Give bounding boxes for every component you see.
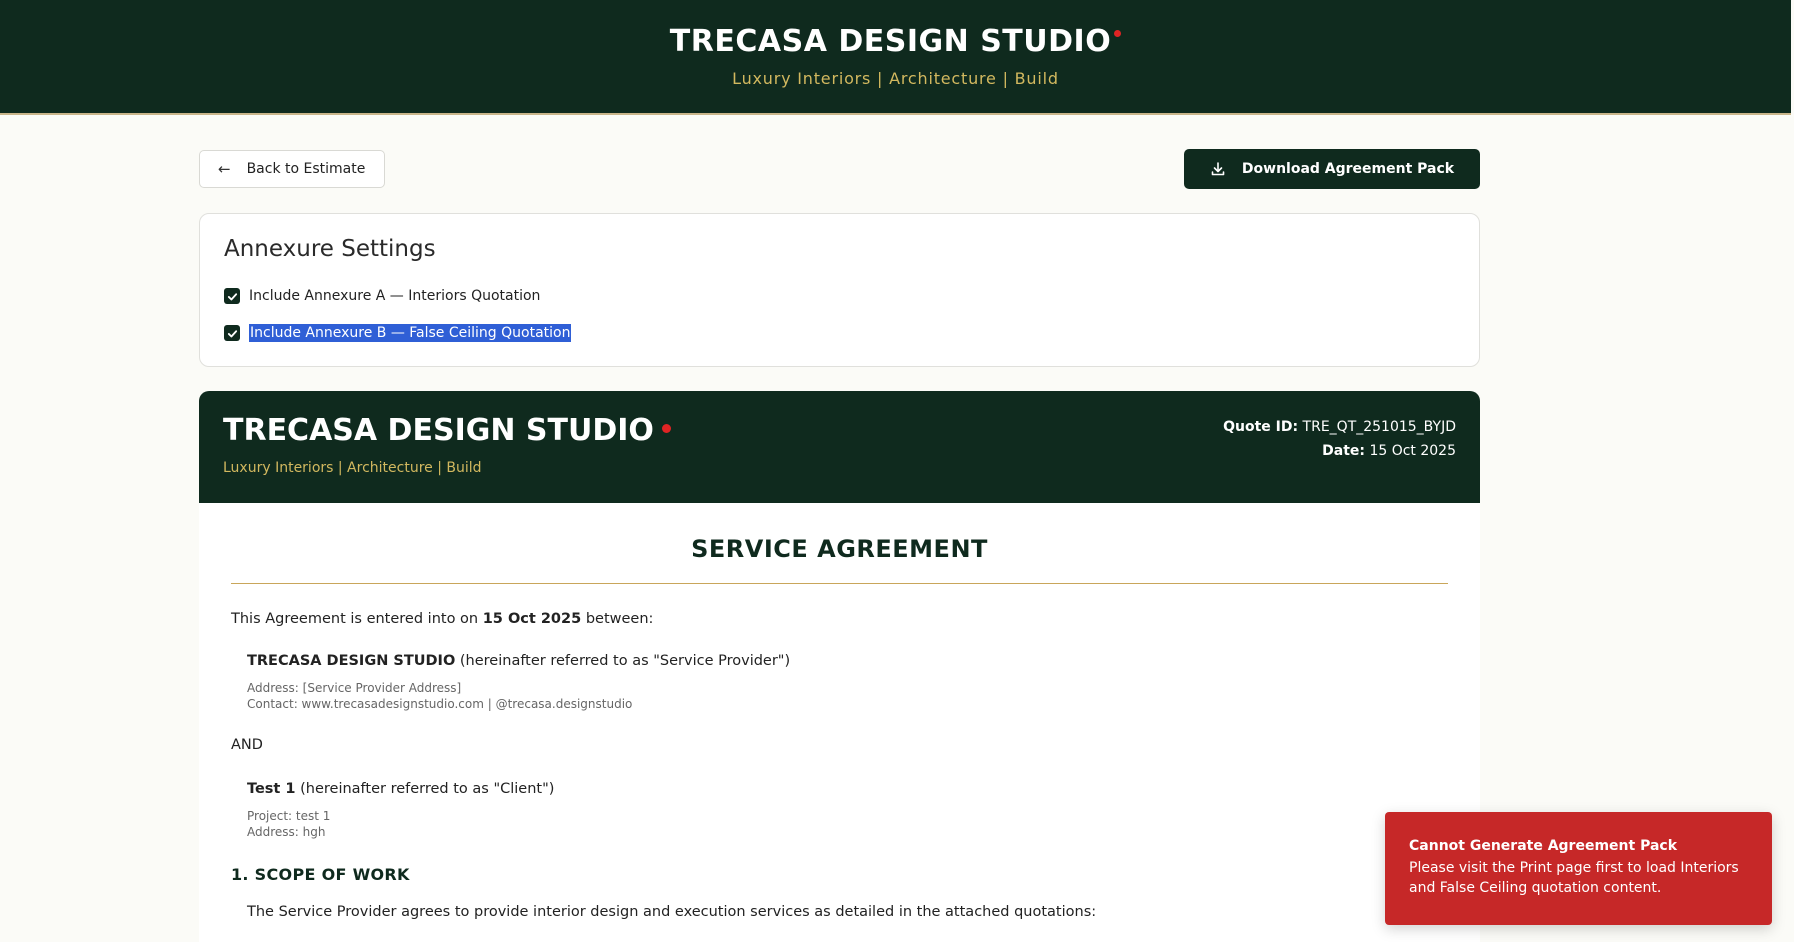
agreement-title: SERVICE AGREEMENT: [691, 535, 988, 563]
site-header: TRECASA DESIGN STUDIO Luxury Interiors |…: [0, 0, 1791, 115]
annexure-a-option[interactable]: Include Annexure A — Interiors Quotation: [224, 288, 540, 304]
red-dot-icon: [1114, 30, 1122, 37]
site-tagline: Luxury Interiors | Architecture | Build: [732, 69, 1059, 88]
intro-date: 15 Oct 2025: [482, 611, 582, 627]
quote-date-value: 15 Oct 2025: [1369, 443, 1456, 459]
provider-name: TRECASA DESIGN STUDIO: [247, 653, 456, 669]
annexure-b-checkbox[interactable]: [224, 325, 240, 341]
quote-date-label: Date:: [1322, 443, 1365, 459]
client-name: Test 1: [247, 781, 296, 797]
back-to-estimate-button[interactable]: ← Back to Estimate: [199, 150, 385, 188]
quote-id-line: Quote ID: TRE_QT_251015_BYJD: [1223, 415, 1456, 439]
client-project: Project: test 1: [247, 809, 331, 823]
check-icon: [227, 292, 237, 300]
agreement-document-header: TRECASA DESIGN STUDIO Luxury Interiors |…: [199, 391, 1480, 503]
intro-suffix: between:: [585, 611, 654, 627]
annexure-a-checkbox[interactable]: [224, 288, 240, 304]
error-toast[interactable]: Cannot Generate Agreement Pack Please vi…: [1385, 812, 1772, 925]
arrow-left-icon: ←: [218, 160, 231, 178]
intro-prefix: This Agreement is entered into on: [231, 611, 479, 627]
client-role: (hereinafter referred to as "Client"): [300, 781, 555, 797]
annexure-a-label: Include Annexure A — Interiors Quotation: [249, 288, 541, 304]
annexure-b-option[interactable]: Include Annexure B — False Ceiling Quota…: [224, 324, 572, 342]
download-icon: [1211, 162, 1225, 176]
back-button-label: Back to Estimate: [246, 161, 366, 177]
red-dot-icon: [661, 424, 671, 433]
annexure-b-label: Include Annexure B — False Ceiling Quota…: [249, 324, 572, 342]
title-divider: [231, 583, 1448, 584]
client-party: Test 1 (hereinafter referred to as "Clie…: [247, 781, 554, 797]
scope-of-work-text: The Service Provider agrees to provide i…: [247, 904, 1097, 920]
quote-meta: Quote ID: TRE_QT_251015_BYJD Date: 15 Oc…: [1223, 415, 1456, 463]
quote-date-line: Date: 15 Oct 2025: [1223, 439, 1456, 463]
agreement-document-body: SERVICE AGREEMENT This Agreement is ente…: [199, 503, 1480, 942]
provider-contact: Contact: www.trecasadesignstudio.com | @…: [247, 697, 633, 711]
site-title-text: TRECASA DESIGN STUDIO: [669, 24, 1112, 59]
service-provider-party: TRECASA DESIGN STUDIO (hereinafter refer…: [247, 653, 790, 669]
toast-message: Please visit the Print page first to loa…: [1409, 860, 1739, 896]
and-separator: AND: [231, 737, 263, 753]
annexure-settings-title: Annexure Settings: [224, 236, 436, 262]
quote-id-label: Quote ID:: [1223, 419, 1299, 435]
check-icon: [227, 329, 237, 337]
scope-of-work-heading: 1. SCOPE OF WORK: [231, 865, 410, 884]
annexure-settings-card: Annexure Settings Include Annexure A — I…: [199, 213, 1480, 367]
document-brand-text: TRECASA DESIGN STUDIO: [223, 413, 654, 448]
site-title: TRECASA DESIGN STUDIO: [0, 24, 1791, 59]
provider-role: (hereinafter referred to as "Service Pro…: [459, 653, 791, 669]
document-brand: TRECASA DESIGN STUDIO: [223, 413, 671, 448]
toast-title: Cannot Generate Agreement Pack: [1409, 838, 1678, 854]
provider-details: Address: [Service Provider Address] Cont…: [247, 680, 632, 712]
agreement-intro: This Agreement is entered into on 15 Oct…: [231, 611, 653, 627]
document-tagline: Luxury Interiors | Architecture | Build: [223, 460, 482, 476]
client-address: Address: hgh: [247, 825, 326, 839]
download-button-label: Download Agreement Pack: [1241, 161, 1455, 177]
provider-address: Address: [Service Provider Address]: [247, 681, 462, 695]
download-agreement-pack-button[interactable]: Download Agreement Pack: [1184, 149, 1480, 189]
client-details: Project: test 1 Address: hgh: [247, 808, 330, 840]
quote-id-value: TRE_QT_251015_BYJD: [1302, 419, 1456, 435]
